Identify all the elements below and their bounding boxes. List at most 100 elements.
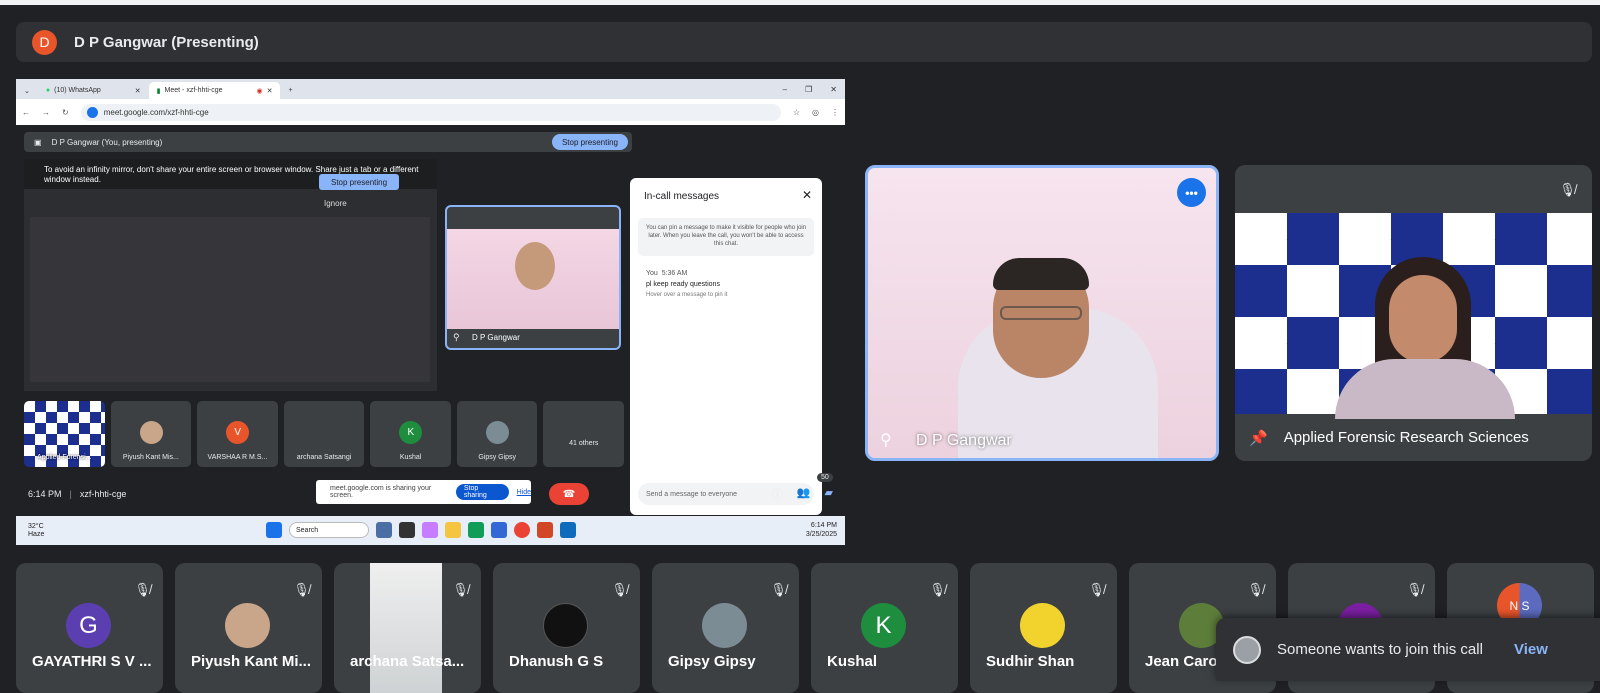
inner-thumb-name: VARSHAA R M.S... [207, 454, 268, 461]
browser-tab-whatsapp: ● (10) WhatsApp ✕ [38, 82, 149, 99]
inner-thumb-avatar: V [226, 421, 250, 444]
weather-condition: Haze [28, 530, 45, 538]
url-field: meet.google.com/xzf-hhti-cge [80, 103, 781, 121]
participant-tile[interactable]: 🎙︎̸ Sudhir Shan [970, 563, 1117, 693]
mirror-nested-content [30, 217, 430, 382]
mic-off-icon: 🎙︎̸ [1247, 581, 1264, 597]
participant-tile[interactable]: 🎙︎̸ G GAYATHRI S V ... [16, 563, 163, 693]
mic-off-icon: 🎙︎̸ [1088, 581, 1105, 597]
whatsapp-icon: ● [45, 87, 51, 94]
inner-thumbnail-row: Applied Forensi... Piyush Kant Mis... VV… [24, 401, 625, 467]
widget-icon [376, 522, 392, 538]
windows-start-icon [266, 522, 282, 538]
participant-name: Dhanush G S [509, 653, 604, 670]
minimize-icon: – [782, 84, 788, 94]
afrs-logo: AFRS [1495, 225, 1544, 244]
avatar: K [861, 603, 906, 648]
hide-link: Hide [516, 488, 531, 496]
mic-off-icon: 🎙︎̸ [1559, 181, 1576, 197]
view-button[interactable]: View [1514, 641, 1548, 658]
presenter-avatar: D [32, 29, 57, 55]
inner-thumb-name: archana Satsangi [296, 454, 352, 461]
chat-info: You can pin a message to make it visible… [638, 218, 814, 256]
participant-name: Kushal [827, 653, 878, 670]
taskbar-time: 6:14 PM [810, 522, 837, 529]
taskbar-search: Search [289, 522, 369, 538]
join-request-toast: Someone wants to join this call View [1216, 618, 1600, 681]
menu-icon: ⋮ [831, 107, 839, 117]
present-icon: ▣ [34, 137, 42, 147]
forward-icon: → [42, 107, 50, 117]
inner-clock: 6:14 PM [28, 489, 62, 499]
avatar [1020, 603, 1065, 648]
participant-tile[interactable]: 🎙︎̸ archana Satsa... [334, 563, 481, 693]
sharing-popup: meet.google.com is sharing your screen. … [316, 480, 531, 504]
inner-speaker-tile: ⚲ D P Gangwar [445, 205, 621, 350]
chat-sender: You [646, 270, 658, 277]
mic-off-icon: 🎙︎̸ [770, 581, 787, 597]
recording-icon: ◉ [256, 87, 263, 95]
inner-thumb: Piyush Kant Mis... [110, 401, 192, 467]
avatar: G [66, 603, 111, 648]
tab-label: (10) WhatsApp [54, 87, 101, 94]
participant-tile-afrs[interactable]: 🎙︎̸ AFRS AFRS AFRS AFRS AFRS 📌 Applied F… [1235, 165, 1592, 461]
inner-thumb: archana Satsangi [283, 401, 365, 467]
inner-thumb-name: Applied Forensi... [37, 454, 92, 461]
inner-meet-view: ▣ D P Gangwar (You, presenting) Stop pre… [16, 125, 845, 517]
participant-tile[interactable]: 🎙︎̸ Piyush Kant Mi... [175, 563, 322, 693]
inner-meeting-code: xzf-hhti-cge [79, 489, 127, 499]
powerpoint-icon [537, 522, 553, 538]
inner-presenting-label: D P Gangwar (You, presenting) [51, 137, 163, 147]
people-count-badge: 50 [817, 473, 833, 482]
participant-tile-dp-gangwar[interactable]: ••• ⚲ D P Gangwar [865, 165, 1219, 461]
inner-thumb-name: Kushal [399, 454, 422, 461]
restore-icon: ❐ [805, 84, 813, 94]
mirror-ignore-button: Ignore [324, 199, 347, 208]
participant-tile[interactable]: 🎙︎̸ Dhanush G S [493, 563, 640, 693]
tile-footer: 📌 Applied Forensic Research Sciences [1235, 414, 1592, 461]
shared-screen[interactable]: ⌄ ● (10) WhatsApp ✕ ▮ Meet - xzf-hhti-cg… [16, 79, 845, 545]
folder-icon [445, 522, 461, 538]
sharing-popup-text: meet.google.com is sharing your screen. [330, 485, 432, 499]
participant-name: Piyush Kant Mi... [191, 653, 312, 670]
pin-icon: ⚲ [453, 332, 460, 342]
toast-message: Someone wants to join this call [1277, 641, 1483, 658]
participant-tile[interactable]: 🎙︎̸ Gipsy Gipsy [652, 563, 799, 693]
inner-thumb: V VARSHAA R M.S... [197, 401, 278, 467]
mic-off-icon: 🎙︎̸ [293, 581, 310, 597]
avatar [543, 603, 588, 648]
participant-name: D P Gangwar [916, 432, 1012, 449]
participant-name: Jean Caro [1145, 653, 1218, 670]
inner-thumb: Gipsy Gipsy [456, 401, 538, 467]
participant-glasses [1000, 306, 1082, 320]
inner-thumb-name: 41 others [569, 440, 599, 447]
taskview-icon [399, 522, 415, 538]
avatar [225, 603, 270, 648]
participant-video [1315, 257, 1515, 419]
participant-body [1335, 359, 1515, 419]
new-tab-icon: + [288, 87, 293, 94]
mic-off-icon: 🎙︎̸ [452, 581, 469, 597]
requester-avatar [1233, 635, 1261, 664]
chrome-icon [514, 522, 530, 538]
inner-thumb: K Kushal [370, 401, 451, 467]
in-call-messages-panel: In-call messages ✕ You can pin a message… [630, 178, 822, 515]
window-controls: – ❐ ✕ [783, 85, 845, 94]
info-icon: ⓘ [771, 489, 783, 501]
chat-text: pl keep ready questions [646, 281, 720, 288]
browser-tab-meet: ▮ Meet - xzf-hhti-cge ◉ ✕ [148, 82, 281, 99]
meet-icon: ▮ [156, 87, 161, 95]
inner-thumb-avatar: K [399, 421, 423, 444]
afrs-logo: AFRS [1391, 225, 1440, 244]
taskbar-date: 3/25/2025 [805, 531, 837, 538]
participant-hair [993, 258, 1089, 290]
participant-tile[interactable]: 🎙︎̸ K Kushal [811, 563, 958, 693]
more-options-button[interactable]: ••• [1177, 178, 1206, 207]
address-bar: ← → ↻ meet.google.com/xzf-hhti-cge ☆ ◎ ⋮ [16, 99, 845, 125]
taskbar-clock: 6:14 PM 3/25/2025 [806, 521, 837, 539]
inner-thumb-others: 41 others [543, 401, 625, 467]
inner-stop-presenting-button: Stop presenting [551, 134, 628, 150]
inner-bottom-bar: 6:14 PM | xzf-hhti-cge meet.google.com i… [16, 476, 845, 512]
outlook-icon [560, 522, 576, 538]
end-call-icon: ☎ [549, 483, 589, 505]
